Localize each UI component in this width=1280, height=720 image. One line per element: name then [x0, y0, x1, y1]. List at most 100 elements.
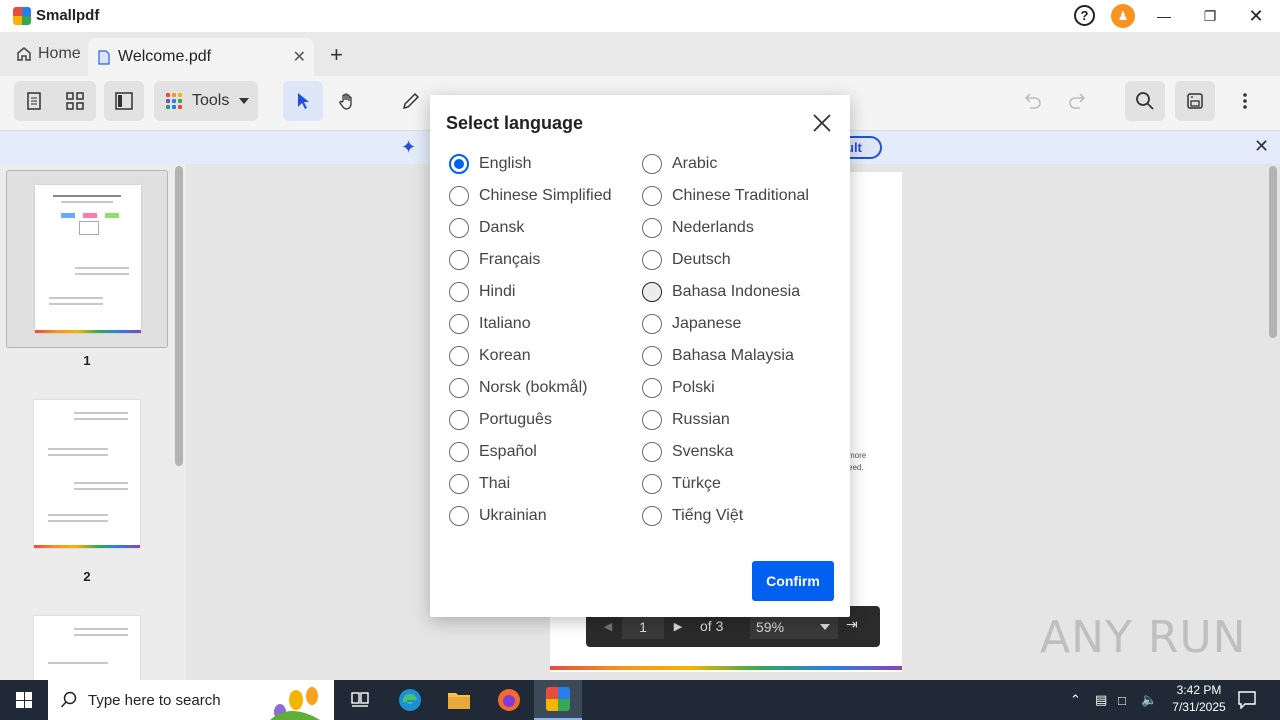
language-radio[interactable] — [642, 250, 662, 270]
language-label: Chinese Traditional — [672, 187, 809, 204]
tab-home[interactable]: Home — [8, 38, 89, 70]
previous-page-button[interactable]: ◀ — [596, 615, 620, 639]
network-icon[interactable]: □ — [1118, 680, 1126, 720]
language-radio[interactable] — [449, 410, 469, 430]
dialog-close-button[interactable] — [810, 111, 834, 135]
language-radio[interactable] — [449, 250, 469, 270]
language-option[interactable]: Korean — [449, 344, 531, 368]
minimize-button[interactable]: — — [1141, 0, 1187, 32]
user-avatar[interactable]: ♟ — [1111, 4, 1135, 28]
firefox-app-button[interactable] — [485, 680, 533, 720]
language-label: Norsk (bokmål) — [479, 379, 588, 396]
language-radio[interactable] — [449, 442, 469, 462]
sidebar-scrollbar[interactable] — [175, 166, 183, 466]
edge-app-button[interactable] — [386, 680, 434, 720]
language-radio[interactable] — [642, 474, 662, 494]
language-radio[interactable] — [642, 506, 662, 526]
language-radio[interactable] — [642, 442, 662, 462]
language-option[interactable]: Nederlands — [642, 216, 754, 240]
smallpdf-app-button[interactable] — [534, 680, 582, 720]
volume-icon[interactable]: 🔈 — [1141, 680, 1157, 720]
tab-bar: Home Welcome.pdf ✕ + — [0, 32, 1280, 76]
language-option[interactable]: Türkçe — [642, 472, 721, 496]
language-radio[interactable] — [449, 474, 469, 494]
language-radio[interactable] — [642, 378, 662, 398]
save-button[interactable] — [1175, 81, 1215, 121]
language-radio[interactable] — [449, 314, 469, 334]
fit-width-icon[interactable]: ⇥ — [846, 616, 858, 633]
language-option[interactable]: Svenska — [642, 440, 733, 464]
language-option[interactable]: English — [449, 152, 531, 176]
language-option[interactable]: Chinese Traditional — [642, 184, 809, 208]
taskbar-clock[interactable]: 3:42 PM 7/31/2025 — [1160, 682, 1238, 716]
new-tab-button[interactable]: + — [330, 42, 343, 68]
select-tool-button[interactable] — [283, 81, 323, 121]
language-option[interactable]: Ukrainian — [449, 504, 547, 528]
search-button[interactable] — [1125, 81, 1165, 121]
language-option[interactable]: Français — [449, 248, 540, 272]
show-hidden-icons[interactable]: ⌃ — [1070, 680, 1081, 720]
task-view-button[interactable] — [336, 680, 384, 720]
language-option[interactable]: Bahasa Malaysia — [642, 344, 794, 368]
language-radio[interactable] — [642, 218, 662, 238]
language-option[interactable]: Hindi — [449, 280, 515, 304]
tab-close-icon[interactable]: ✕ — [293, 47, 306, 67]
language-option[interactable]: Arabic — [642, 152, 717, 176]
sidebar-toggle-button[interactable] — [104, 81, 144, 121]
page-number-input[interactable]: 1 — [622, 615, 664, 639]
redo-button[interactable] — [1058, 81, 1098, 121]
language-option[interactable]: Português — [449, 408, 552, 432]
single-page-view-button[interactable] — [14, 81, 54, 121]
language-radio[interactable] — [449, 154, 469, 174]
network-alert-icon[interactable]: ▤ — [1095, 680, 1107, 720]
language-option[interactable]: Chinese Simplified — [449, 184, 612, 208]
start-button[interactable] — [0, 680, 48, 720]
language-radio[interactable] — [449, 346, 469, 366]
language-option[interactable]: Bahasa Indonesia — [642, 280, 800, 304]
language-option[interactable]: Español — [449, 440, 537, 464]
language-radio[interactable] — [642, 410, 662, 430]
help-icon[interactable]: ? — [1074, 5, 1095, 26]
zoom-select[interactable]: 59% — [750, 615, 838, 639]
page-rainbow-bar — [550, 666, 902, 670]
viewer-scrollbar[interactable] — [1269, 166, 1277, 338]
language-option[interactable]: Tiếng Việt — [642, 504, 743, 528]
page-thumbnail-1[interactable] — [6, 170, 168, 348]
notifications-button[interactable] — [1238, 680, 1256, 720]
language-radio[interactable] — [642, 282, 662, 302]
language-option[interactable]: Italiano — [449, 312, 531, 336]
restore-button[interactable]: ❐ — [1187, 0, 1233, 32]
language-radio[interactable] — [449, 282, 469, 302]
language-option[interactable]: Norsk (bokmål) — [449, 376, 587, 400]
banner-close-icon[interactable]: ✕ — [1254, 136, 1269, 157]
language-option[interactable]: Polski — [642, 376, 715, 400]
language-radio[interactable] — [642, 314, 662, 334]
language-radio[interactable] — [449, 186, 469, 206]
language-radio[interactable] — [642, 186, 662, 206]
language-radio[interactable] — [642, 154, 662, 174]
tools-dropdown[interactable]: Tools — [154, 81, 258, 121]
language-radio[interactable] — [449, 378, 469, 398]
page-thumbnail-2[interactable] — [6, 388, 168, 564]
grid-view-button[interactable] — [55, 81, 95, 121]
close-window-button[interactable]: ✕ — [1233, 0, 1279, 32]
undo-button[interactable] — [1012, 81, 1052, 121]
language-radio[interactable] — [449, 506, 469, 526]
language-option[interactable]: Russian — [642, 408, 730, 432]
page-thumbnail-3[interactable] — [6, 604, 168, 680]
language-radio[interactable] — [449, 218, 469, 238]
language-option[interactable]: Dansk — [449, 216, 524, 240]
folder-icon — [448, 693, 470, 709]
language-option[interactable]: Thai — [449, 472, 510, 496]
language-option[interactable]: Japanese — [642, 312, 741, 336]
draw-tool-button[interactable] — [391, 81, 431, 121]
hand-tool-button[interactable] — [327, 81, 367, 121]
next-page-button[interactable]: ▶ — [668, 615, 688, 639]
file-explorer-button[interactable] — [435, 680, 483, 720]
taskbar-search[interactable]: Type here to search — [48, 680, 334, 720]
more-options-button[interactable] — [1225, 81, 1265, 121]
language-option[interactable]: Deutsch — [642, 248, 731, 272]
confirm-button[interactable]: Confirm — [752, 561, 834, 601]
language-radio[interactable] — [642, 346, 662, 366]
tab-welcome-pdf[interactable]: Welcome.pdf ✕ — [88, 38, 314, 76]
